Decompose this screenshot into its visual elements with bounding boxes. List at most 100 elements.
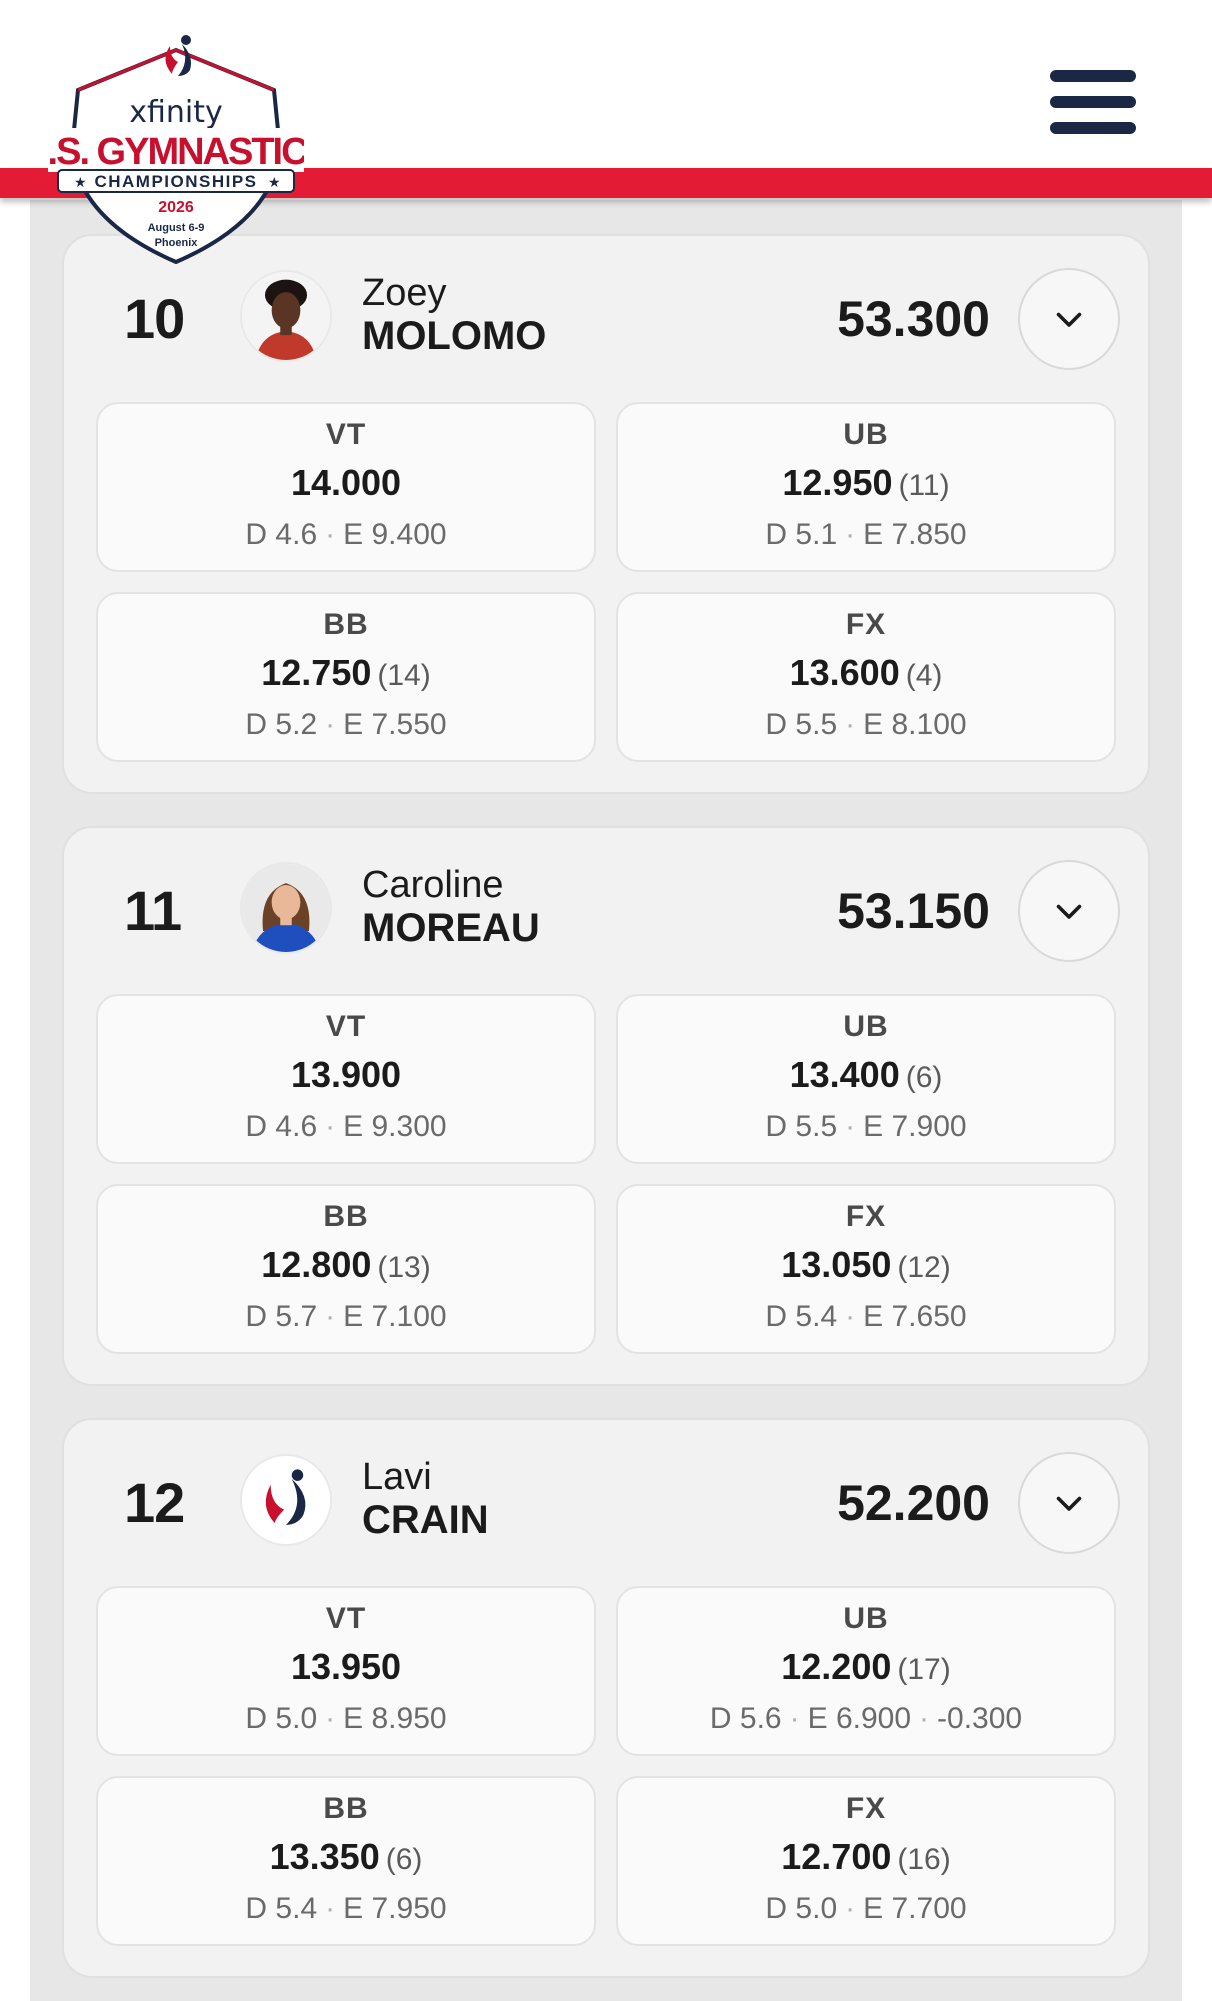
event-name: BB: [323, 608, 369, 641]
event-name: VT: [325, 1602, 367, 1635]
event-score: 13.900: [290, 1054, 402, 1095]
logo-dates: August 6-9: [148, 222, 205, 234]
event-name: UB: [843, 418, 889, 451]
hamburger-menu-icon[interactable]: [1050, 70, 1136, 134]
athlete-avatar: [240, 1454, 332, 1546]
event-e-score: E 7.100: [343, 1300, 447, 1333]
event-d-score: D 5.5: [765, 708, 838, 741]
event-d-score: D 5.7: [245, 1300, 318, 1333]
event-box-bb: BB 12.750 (14) D 5.2 · E 7.550: [96, 592, 596, 762]
event-e-score: E 9.300: [343, 1110, 447, 1143]
event-d-score: D 5.0: [765, 1892, 838, 1925]
athlete-first-name: Caroline: [362, 864, 504, 906]
event-rank: (12): [897, 1251, 951, 1284]
athlete-card: 11 Caroline MOREAU 53.150 VT 13.900 D 4.…: [62, 826, 1150, 1386]
event-score: 13.950: [290, 1646, 402, 1687]
expand-button[interactable]: [1018, 1452, 1120, 1554]
svg-text:★: ★: [268, 174, 281, 190]
event-rank: (14): [377, 659, 431, 692]
athlete-avatar: [240, 270, 332, 362]
event-e-score: E 8.100: [863, 708, 967, 741]
event-box-ub: UB 12.950 (11) D 5.1 · E 7.850: [616, 402, 1116, 572]
event-rank: (16): [897, 1843, 951, 1876]
athlete-first-name: Lavi: [362, 1456, 432, 1498]
event-score: 12.750: [261, 652, 372, 693]
event-e-score: E 7.850: [863, 518, 967, 551]
event-box-bb: BB 13.350 (6) D 5.4 · E 7.950: [96, 1776, 596, 1946]
expand-button[interactable]: [1018, 268, 1120, 370]
athlete-rank: 11: [124, 879, 182, 942]
athlete-card: 10 Zoey MOLOMO 53.300 VT 14.000 D 4.6 · E …: [62, 234, 1150, 794]
event-box-vt: VT 14.000 D 4.6 · E 9.400: [96, 402, 596, 572]
event-e-score: E 7.550: [343, 708, 447, 741]
event-e-score: E 7.950: [343, 1892, 447, 1925]
event-score: 13.350: [269, 1836, 380, 1877]
event-d-score: D 5.1: [765, 518, 838, 551]
event-box-bb: BB 12.800 (13) D 5.7 · E 7.100: [96, 1184, 596, 1354]
athlete-card: 12 Lavi CRAIN 52.200 VT 13.950 D 5.0 · E 8…: [62, 1418, 1150, 1978]
expand-button[interactable]: [1018, 860, 1120, 962]
athlete-last-name: CRAIN: [362, 1498, 489, 1542]
event-d-score: D 5.6: [709, 1702, 782, 1735]
athlete-last-name: MOREAU: [362, 906, 540, 950]
event-rank: (4): [905, 659, 943, 692]
event-rank: (11): [898, 469, 950, 502]
event-e-score: E 8.950: [343, 1702, 447, 1735]
event-box-vt: VT 13.950 D 5.0 · E 8.950: [96, 1586, 596, 1756]
svg-text:★: ★: [74, 174, 87, 190]
event-e-score: E 7.650: [863, 1300, 967, 1333]
event-box-vt: VT 13.900 D 4.6 · E 9.300: [96, 994, 596, 1164]
event-box-ub: UB 13.400 (6) D 5.5 · E 7.900: [616, 994, 1116, 1164]
event-name: FX: [845, 1792, 887, 1825]
event-score: 13.400: [789, 1054, 900, 1095]
logo-year: 2026: [158, 199, 194, 216]
event-rank: (17): [897, 1653, 951, 1686]
event-d-score: D 4.6: [245, 518, 318, 551]
athlete-last-name: MOLOMO: [362, 314, 547, 358]
championships-logo[interactable]: xfinity U.S. GYMNASTICS CHAMPIONSHIPS ★ …: [48, 30, 304, 275]
event-d-score: D 5.0: [245, 1702, 318, 1735]
event-d-score: D 5.4: [765, 1300, 838, 1333]
event-d-score: D 5.2: [245, 708, 318, 741]
event-name: VT: [325, 418, 367, 451]
event-box-fx: FX 13.050 (12) D 5.4 · E 7.650: [616, 1184, 1116, 1354]
event-box-fx: FX 13.600 (4) D 5.5 · E 8.100: [616, 592, 1116, 762]
event-e-score: E 9.400: [343, 518, 447, 551]
event-score: 12.800: [261, 1244, 372, 1285]
event-rank: (13): [377, 1251, 431, 1284]
event-box-fx: FX 12.700 (16) D 5.0 · E 7.700: [616, 1776, 1116, 1946]
event-penalty: -0.300: [937, 1702, 1023, 1735]
athlete-rank: 12: [124, 1471, 185, 1534]
logo-city: Phoenix: [155, 237, 199, 249]
event-name: FX: [845, 608, 887, 641]
chevron-down-icon: [1056, 1496, 1082, 1511]
event-e-score: E 7.900: [863, 1110, 967, 1143]
event-rank: (6): [905, 1061, 943, 1094]
athlete-first-name: Zoey: [362, 272, 447, 314]
event-e-score: E 7.700: [863, 1892, 967, 1925]
event-name: UB: [843, 1010, 889, 1043]
athlete-total-score: 53.300: [837, 291, 990, 347]
event-box-ub: UB 12.200 (17) D 5.6 · E 6.900 · -0.300: [616, 1586, 1116, 1756]
event-name: BB: [323, 1792, 369, 1825]
event-score: 14.000: [290, 462, 402, 503]
event-e-score: E 6.900: [807, 1702, 912, 1735]
event-score: 12.200: [781, 1646, 892, 1687]
event-name: UB: [843, 1602, 889, 1635]
event-score: 13.050: [781, 1244, 892, 1285]
event-d-score: D 5.4: [245, 1892, 318, 1925]
event-score: 12.950: [782, 462, 893, 503]
usa-gymnastics-placeholder-icon: [242, 1456, 330, 1544]
event-name: VT: [325, 1010, 367, 1043]
chevron-down-icon: [1056, 904, 1082, 919]
event-name: FX: [845, 1200, 887, 1233]
event-d-score: D 5.5: [765, 1110, 838, 1143]
athlete-avatar: [240, 862, 332, 954]
event-rank: (6): [385, 1843, 423, 1876]
logo-subtitle: CHAMPIONSHIPS: [94, 172, 257, 191]
logo-brand: xfinity: [129, 95, 223, 130]
athlete-rank: 10: [124, 287, 185, 350]
logo-title: U.S. GYMNASTICS: [48, 131, 304, 173]
event-d-score: D 4.6: [245, 1110, 318, 1143]
athlete-total-score: 52.200: [837, 1475, 990, 1531]
